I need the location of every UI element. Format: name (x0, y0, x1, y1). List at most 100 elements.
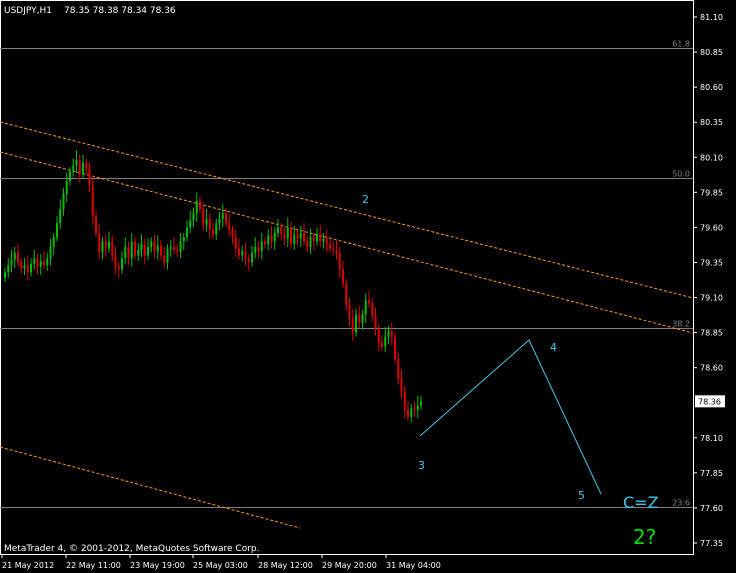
chart-header: USDJPY,H1 78.35 78.38 78.34 78.36 (4, 6, 176, 16)
candle-body (299, 233, 302, 239)
wave-label-2: 2 (362, 193, 369, 206)
candle-body (407, 409, 409, 417)
candle-body (215, 223, 218, 235)
price-tick-label: 79.35 (700, 258, 723, 267)
candle-body (394, 336, 396, 360)
candle-body (4, 272, 6, 278)
wave-projection-line (419, 339, 602, 495)
candle-body (384, 336, 387, 347)
time-tick-label: 25 May 03:00 (193, 561, 248, 570)
candle-body (306, 241, 309, 248)
price-tick-label: 78.10 (700, 434, 723, 443)
candle-body (270, 235, 273, 242)
time-tick-label: 28 May 12:00 (258, 561, 313, 570)
candle-body (205, 218, 208, 225)
wave-label-5: 5 (578, 489, 585, 502)
channel-lower-line (0, 446, 301, 529)
price-tick-label: 79.85 (700, 188, 723, 197)
candle-body (49, 247, 52, 259)
candle-body (127, 247, 130, 259)
candle-body (160, 245, 162, 256)
candle-body (303, 233, 305, 242)
candle-body (221, 213, 224, 219)
price-tick-label: 79.10 (700, 294, 723, 303)
candle-body (56, 223, 58, 238)
candle-body (69, 171, 71, 182)
candle-body (39, 261, 42, 267)
candle-body (416, 405, 419, 410)
price-chart[interactable]: 61.8 50.0 38.2 23.6 2 3 4 5 C=Z 2? USDJPY,H… (0, 0, 736, 573)
price-tick-label: 78.60 (700, 364, 723, 373)
candle-body (351, 318, 354, 333)
candle-body (108, 241, 110, 249)
candle-body (247, 258, 250, 263)
candle-body (72, 165, 75, 172)
fibonacci-levels: 61.8 50.0 38.2 23.6 (0, 40, 693, 508)
time-tick-label: 31 May 04:00 (386, 561, 441, 570)
price-tick-label: 77.35 (700, 539, 723, 548)
fib-level-label: 50.0 (672, 170, 690, 179)
price-tick-label: 77.85 (700, 469, 723, 478)
price-tick-label: 80.10 (700, 153, 723, 162)
candle-body (413, 408, 416, 410)
candle-body (43, 261, 45, 266)
candle-body (208, 218, 211, 231)
candle-body (95, 216, 97, 234)
candle-body (179, 241, 182, 252)
candle-body (117, 266, 120, 270)
candle-body (85, 162, 88, 169)
plot-frame (0, 0, 694, 555)
candle-body (377, 328, 380, 343)
candle-body (251, 252, 253, 263)
candle-body (390, 331, 393, 337)
candle-body (218, 218, 221, 224)
candle-body (342, 269, 344, 284)
candle-body (114, 255, 117, 267)
candle-body (280, 227, 283, 235)
candle-body (143, 244, 146, 256)
candle-body (290, 227, 292, 245)
candle-body (199, 200, 201, 210)
candle-body (283, 234, 286, 239)
candle-body (403, 391, 406, 410)
candle-body (293, 234, 296, 245)
candle-body (225, 213, 227, 224)
candle-body (65, 181, 68, 194)
candle-body (166, 248, 169, 263)
candle-body (104, 241, 107, 249)
candle-body (231, 230, 234, 238)
candle-body (355, 314, 357, 333)
fib-level-label: 61.8 (672, 40, 690, 49)
candle-body (176, 249, 179, 252)
target-question-label: 2? (633, 525, 656, 549)
candle-body (345, 283, 348, 305)
candle-body (212, 230, 214, 235)
candle-body (36, 258, 39, 267)
fib-level-label: 38.2 (672, 320, 690, 329)
candle-body (140, 244, 143, 250)
candle-body (332, 248, 335, 250)
candle-body (325, 238, 328, 245)
candle-body (264, 241, 266, 245)
candle-body (257, 247, 260, 252)
candle-body (23, 265, 26, 269)
candle-body (150, 241, 153, 248)
candle-body (101, 241, 104, 253)
time-tick-label: 21 May 2012 (2, 561, 54, 570)
candle-body (335, 249, 338, 253)
candle-body (228, 223, 231, 231)
candle-body (17, 252, 19, 263)
candles (4, 150, 422, 423)
cz-label: C=Z (623, 493, 659, 512)
candle-body (88, 168, 91, 186)
candle-body (137, 249, 140, 256)
candle-body (46, 258, 49, 266)
candle-body (241, 251, 244, 256)
candle-body (348, 304, 351, 319)
candle-body (82, 162, 84, 175)
time-tick-label: 23 May 19:00 (130, 561, 185, 570)
candle-body (173, 247, 175, 250)
candle-body (20, 262, 23, 269)
candle-body (368, 300, 370, 304)
wave-projection (419, 339, 602, 495)
